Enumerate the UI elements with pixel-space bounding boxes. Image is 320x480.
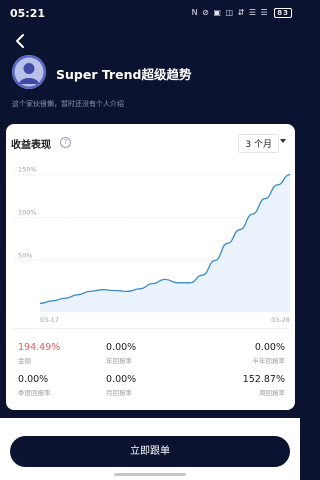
period-select[interactable]: 3 个月 — [238, 134, 279, 153]
divider — [12, 328, 289, 329]
stat-label: 年回报率 — [106, 357, 132, 365]
stat-label: 月回报率 — [106, 389, 132, 397]
status-icons: N ⊘ ▣ ◫ ⇵ ☰ ☰ 83 — [192, 8, 292, 18]
stat-label: 半年回报率 — [252, 357, 286, 365]
status-bar: 05:21 N ⊘ ▣ ◫ ⇵ ☰ ☰ 83 — [0, 0, 300, 28]
stat-value: 0.00% — [254, 342, 285, 353]
performance-label: 收益表现 — [11, 140, 51, 151]
performance-card: 收益表现 ? 3 个月 150% 100% 50% 03-17 03-28 194.49… — [6, 124, 295, 410]
status-time: 05:21 — [10, 7, 46, 20]
stat-month: 0.00% 月回报率 — [106, 374, 136, 397]
stat-value: 194.49% — [18, 342, 61, 353]
stat-value: 0.00% — [106, 342, 137, 353]
stat-value: 152.87% — [242, 374, 285, 385]
x-tick-label: 03-28 — [271, 316, 290, 324]
stat-value: 0.00% — [18, 374, 49, 385]
performance-chart: 150% 100% 50% 03-17 03-28 — [14, 166, 291, 324]
status-glyphs: N ⊘ ▣ ◫ ⇵ ☰ ☰ — [191, 8, 269, 17]
stat-halfyear: 0.00% 半年回报率 — [253, 342, 286, 365]
back-arrow-icon[interactable] — [12, 32, 30, 50]
stat-total: 194.49% 金额 — [18, 342, 60, 365]
x-tick-label: 03-17 — [40, 316, 59, 324]
stat-week: 152.87% 周回报率 — [243, 374, 285, 397]
series-area — [40, 174, 290, 312]
stat-quarter: 0.00% 季度回报率 — [18, 374, 51, 397]
follow-trade-button[interactable]: 立即跟单 — [10, 436, 290, 467]
stat-label: 季度回报率 — [18, 389, 51, 397]
y-tick-label: 150% — [18, 166, 37, 174]
stat-year: 0.00% 年回报率 — [106, 342, 136, 365]
battery-icon: 83 — [274, 8, 292, 18]
default-avatar-icon — [12, 55, 46, 89]
home-indicator[interactable] — [114, 473, 186, 476]
strategy-bio: 这个家伙很懒，暂时还没有个人介绍 — [12, 100, 124, 108]
strategy-title: Super Trend超级趋势 — [56, 67, 192, 82]
stat-value: 0.00% — [106, 374, 137, 385]
avatar — [12, 55, 46, 89]
stat-label: 周回报率 — [259, 389, 285, 397]
y-tick-label: 50% — [18, 251, 32, 259]
y-tick-label: 100% — [18, 209, 37, 217]
stat-label: 金额 — [18, 357, 31, 365]
chevron-down-icon — [280, 139, 286, 143]
help-icon[interactable]: ? — [60, 137, 71, 148]
